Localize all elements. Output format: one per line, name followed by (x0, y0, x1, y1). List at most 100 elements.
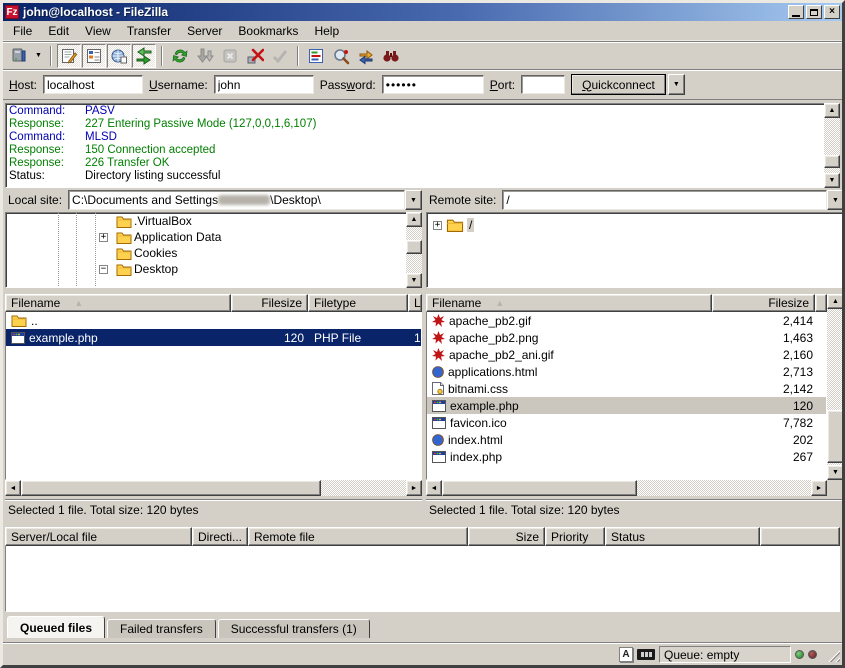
column-header-filename[interactable]: Filename▲ (5, 294, 231, 312)
scroll-up-icon[interactable]: ▲ (406, 212, 422, 227)
menu-help[interactable]: Help (306, 22, 347, 40)
local-list-hscrollbar[interactable]: ◄ ► (5, 480, 422, 496)
scroll-up-icon[interactable]: ▲ (827, 294, 844, 309)
minimize-button[interactable] (788, 5, 804, 19)
resize-grip[interactable] (825, 647, 840, 662)
tree-item-desktop[interactable]: − Desktop (6, 261, 421, 277)
toggle-transfer-queue-button[interactable] (132, 44, 156, 68)
synchronized-browsing-button[interactable] (354, 44, 378, 68)
local-tree-scrollbar[interactable]: ▲ ▼ (406, 212, 422, 288)
scroll-right-icon[interactable]: ► (406, 480, 422, 496)
directory-comparison-button[interactable] (329, 44, 353, 68)
quickconnect-dropdown[interactable]: ▼ (668, 74, 685, 95)
file-row[interactable]: apache_pb2_ani.gif 2,160 (427, 346, 826, 363)
file-row-parent-dir[interactable]: .. (6, 312, 421, 329)
file-row[interactable]: apache_pb2.gif 2,414 (427, 312, 826, 329)
tab-successful-transfers[interactable]: Successful transfers (1) (218, 619, 370, 638)
queue-column-remote-file[interactable]: Remote file (248, 527, 468, 546)
expand-icon[interactable]: + (99, 233, 108, 242)
file-row-example-php[interactable]: example.php 120 (427, 397, 826, 414)
file-row[interactable]: bitnami.css 2,142 (427, 380, 826, 397)
remote-path-dropdown-icon[interactable]: ▼ (827, 190, 844, 210)
local-path-value[interactable]: C:\Documents and Settings\Desktop\ (68, 190, 405, 210)
queue-column-priority[interactable]: Priority (545, 527, 605, 546)
port-input[interactable] (521, 75, 565, 94)
reconnect-button[interactable] (268, 44, 292, 68)
column-header-filesize[interactable]: Filesize (231, 294, 308, 312)
scrollbar-thumb[interactable] (827, 410, 844, 463)
tree-item-virtualbox[interactable]: .VirtualBox (6, 213, 421, 229)
tree-item-root[interactable]: + / (427, 217, 843, 233)
file-row[interactable]: favicon.ico 7,782 (427, 414, 826, 431)
remote-path-combo[interactable]: / ▼ (502, 190, 844, 210)
username-input[interactable] (214, 75, 314, 94)
scroll-left-icon[interactable]: ◄ (5, 480, 21, 496)
scroll-down-icon[interactable]: ▼ (824, 173, 840, 188)
log-scrollbar[interactable]: ▲ ▼ (824, 103, 840, 188)
remote-list-scrollbar[interactable]: ▲ ▼ (827, 294, 844, 480)
scrollbar-thumb[interactable] (406, 240, 422, 254)
refresh-button[interactable] (168, 44, 192, 68)
local-list-header: Filename▲ Filesize Filetype L (5, 294, 422, 312)
local-path-dropdown-icon[interactable]: ▼ (405, 190, 422, 210)
tab-failed-transfers[interactable]: Failed transfers (107, 619, 216, 638)
quickconnect-button[interactable]: Quickconnect (571, 74, 666, 95)
column-header-lastmodified[interactable]: L (408, 294, 422, 312)
site-manager-dropdown[interactable]: ▼ (32, 45, 45, 67)
find-files-button[interactable] (379, 44, 403, 68)
menu-transfer[interactable]: Transfer (119, 22, 179, 40)
remote-list-hscrollbar[interactable]: ◄ ► (426, 480, 827, 496)
toggle-remote-tree-button[interactable] (107, 44, 131, 68)
close-button[interactable]: × (824, 5, 840, 19)
menu-edit[interactable]: Edit (40, 22, 77, 40)
queue-column-size[interactable]: Size (468, 527, 545, 546)
file-row[interactable]: applications.html 2,713 (427, 363, 826, 380)
queue-column-direction[interactable]: Directi... (192, 527, 248, 546)
scrollbar-track[interactable] (321, 480, 406, 496)
host-input[interactable] (43, 75, 143, 94)
file-row[interactable]: index.php 267 (427, 448, 826, 465)
menu-file[interactable]: File (5, 22, 40, 40)
collapse-icon[interactable]: − (99, 265, 108, 274)
queue-column-server-local-file[interactable]: Server/Local file (5, 527, 192, 546)
data-type-icon[interactable]: A (619, 647, 633, 662)
file-row[interactable]: apache_pb2.png 1,463 (427, 329, 826, 346)
remote-path-value[interactable]: / (502, 190, 827, 210)
file-row-example-php[interactable]: example.php 120 PHP File 1 (6, 329, 421, 346)
tab-queued-files[interactable]: Queued files (7, 616, 105, 638)
scrollbar-thumb[interactable] (824, 155, 840, 168)
disconnect-button[interactable] (243, 44, 267, 68)
tree-item-cookies[interactable]: Cookies (6, 245, 421, 261)
scrollbar-thumb[interactable] (442, 480, 637, 496)
column-header-filename[interactable]: Filename▲ (426, 294, 712, 312)
scroll-left-icon[interactable]: ◄ (426, 480, 442, 496)
menu-view[interactable]: View (77, 22, 119, 40)
local-path-combo[interactable]: C:\Documents and Settings\Desktop\ ▼ (68, 190, 422, 210)
menu-bookmarks[interactable]: Bookmarks (230, 22, 306, 40)
site-manager-button[interactable] (7, 44, 31, 68)
tree-item-application-data[interactable]: + Application Data (6, 229, 421, 245)
toggle-message-log-button[interactable] (57, 44, 81, 68)
scroll-down-icon[interactable]: ▼ (406, 273, 422, 288)
remote-root-label[interactable]: / (467, 218, 474, 232)
column-header-filetype[interactable]: Filetype (308, 294, 408, 312)
column-header-filesize[interactable]: Filesize (712, 294, 816, 312)
toggle-local-tree-button[interactable] (82, 44, 106, 68)
password-input[interactable] (382, 75, 484, 94)
expand-icon[interactable]: + (433, 221, 442, 230)
scroll-up-icon[interactable]: ▲ (824, 103, 840, 118)
maximize-button[interactable] (806, 5, 822, 19)
directory-listing-filters-button[interactable] (304, 44, 328, 68)
scroll-right-icon[interactable]: ► (811, 480, 827, 496)
host-label: Host: (9, 78, 37, 92)
process-queue-button[interactable] (193, 44, 217, 68)
file-row[interactable]: index.html 202 (427, 431, 826, 448)
scrollbar-thumb[interactable] (21, 480, 321, 496)
local-status-text: Selected 1 file. Total size: 120 bytes (5, 499, 422, 519)
menu-server[interactable]: Server (179, 22, 230, 40)
scrollbar-track[interactable] (637, 480, 811, 496)
scroll-down-icon[interactable]: ▼ (827, 465, 844, 480)
queue-column-status[interactable]: Status (605, 527, 760, 546)
cancel-button[interactable] (218, 44, 242, 68)
speed-limits-icon[interactable] (637, 649, 655, 660)
